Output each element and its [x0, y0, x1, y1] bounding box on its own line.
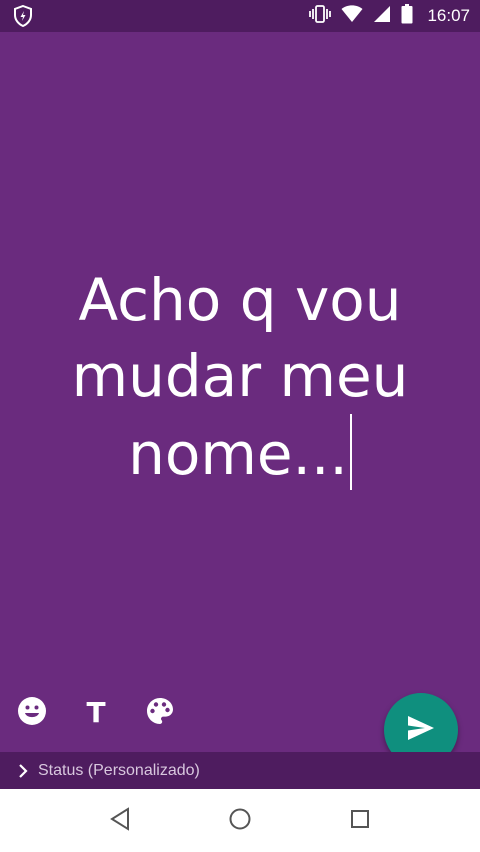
recents-button[interactable]	[348, 809, 372, 833]
clock-time: 16:07	[427, 6, 470, 25]
back-button[interactable]	[108, 806, 132, 836]
emoji-icon	[17, 696, 47, 731]
wifi-icon	[341, 4, 363, 28]
status-text-line-last: nome...	[20, 414, 460, 492]
status-text-line-content: nome...	[128, 420, 348, 488]
status-text-line: Acho q vou	[78, 266, 402, 334]
send-icon	[407, 715, 435, 746]
home-button[interactable]	[228, 807, 252, 836]
status-text-input[interactable]: Acho q vou mudar meu nome...	[20, 262, 460, 492]
cellular-signal-icon	[373, 5, 391, 28]
battery-icon	[401, 3, 413, 29]
text-style-icon: T	[86, 696, 106, 729]
system-status-bar: 16:07	[0, 0, 480, 32]
privacy-label: Status (Personalizado)	[38, 761, 200, 779]
home-icon	[228, 807, 252, 836]
emoji-button[interactable]	[16, 696, 48, 731]
text-style-button[interactable]: T	[80, 697, 112, 729]
status-text-line: mudar meu	[71, 342, 409, 410]
system-navigation-bar	[0, 789, 480, 852]
chevron-right-icon	[16, 763, 30, 778]
shield-icon	[12, 4, 34, 28]
status-composer-screen: 16:07 Acho q vou mudar meu nome... T Sta…	[0, 0, 480, 852]
back-icon	[109, 806, 131, 836]
recents-icon	[349, 808, 371, 835]
color-palette-button[interactable]	[144, 697, 176, 729]
vibrate-icon	[309, 4, 332, 29]
palette-icon	[146, 697, 174, 730]
text-cursor	[349, 414, 352, 490]
status-privacy-selector[interactable]: Status (Personalizado)	[0, 752, 480, 789]
